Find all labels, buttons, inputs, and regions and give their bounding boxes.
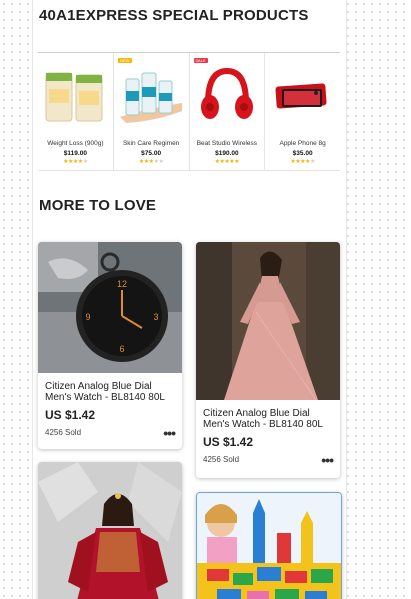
svg-text:3: 3	[153, 312, 158, 322]
rating-stars: ★★★★★	[63, 159, 88, 165]
product-price: US $1.42	[45, 408, 96, 422]
product-title: Citizen Analog Blue Dial Men's Watch - B…	[203, 408, 323, 430]
more-options-icon[interactable]: •••	[163, 426, 176, 440]
red-phone-image	[268, 59, 338, 131]
sold-count: 4256 Sold	[203, 455, 240, 464]
special-products-title: 40A1EXPRESS SPECIAL PRODUCTS	[39, 7, 309, 24]
product-name: Beat Studio Wireless	[196, 140, 258, 147]
skin-care-bottles-image	[116, 59, 186, 131]
building-blocks-image	[197, 493, 341, 599]
svg-text:12: 12	[117, 279, 127, 289]
product-name: Apple Phone 8g	[279, 140, 326, 147]
product-apple-phone[interactable]: Apple Phone 8g $35.00 ★★★★★	[265, 53, 340, 170]
app-screen: 40A1EXPRESS SPECIAL PRODUCTS Weight Loss…	[32, 0, 347, 599]
more-to-love-title: MORE TO LOVE	[39, 197, 157, 214]
product-card[interactable]	[196, 492, 342, 599]
product-card[interactable]: 12 6 9 3 Citizen Analog Blue Dial Men's …	[38, 242, 182, 449]
product-price: $190.00	[215, 150, 239, 157]
pink-gown-image	[196, 242, 340, 400]
card-footer: 4256 Sold •••	[45, 426, 176, 440]
pocket-watch-image: 12 6 9 3	[38, 242, 182, 373]
rating-stars: ★★★★★	[214, 159, 240, 165]
card-footer: 4256 Sold •••	[203, 453, 334, 467]
more-options-icon[interactable]: •••	[321, 453, 334, 467]
product-card[interactable]: Citizen Analog Blue Dial Men's Watch - B…	[196, 242, 340, 478]
product-name: Skin Care Regimen	[122, 140, 180, 147]
product-price: $119.00	[63, 150, 87, 157]
product-title: Citizen Analog Blue Dial Men's Watch - B…	[45, 381, 165, 403]
product-price: US $1.42	[203, 435, 254, 449]
special-products-strip[interactable]: Weight Loss (900g) $119.00 ★★★★★ NEW Ski…	[38, 52, 340, 171]
product-skin-care[interactable]: NEW Skin Care Regimen $75.00 ★★★★★	[114, 53, 190, 170]
product-price: $35.00	[292, 150, 313, 157]
product-card[interactable]	[38, 462, 182, 599]
product-name: Weight Loss (900g)	[47, 140, 104, 147]
sold-count: 4256 Sold	[45, 428, 82, 437]
red-bridal-dress-image	[38, 462, 182, 599]
red-headphones-image	[192, 59, 262, 131]
supplement-jars-image	[40, 59, 110, 131]
product-beats-headphones[interactable]: SALE Beat Studio Wireless $190.00 ★★★★★	[190, 53, 266, 170]
rating-stars: ★★★★★	[138, 159, 164, 165]
product-weight-loss[interactable]: Weight Loss (900g) $119.00 ★★★★★	[38, 53, 114, 170]
svg-text:6: 6	[119, 344, 124, 354]
product-price: $75.00	[141, 150, 162, 157]
svg-text:9: 9	[85, 312, 90, 322]
rating-stars: ★★★★★	[290, 159, 315, 165]
